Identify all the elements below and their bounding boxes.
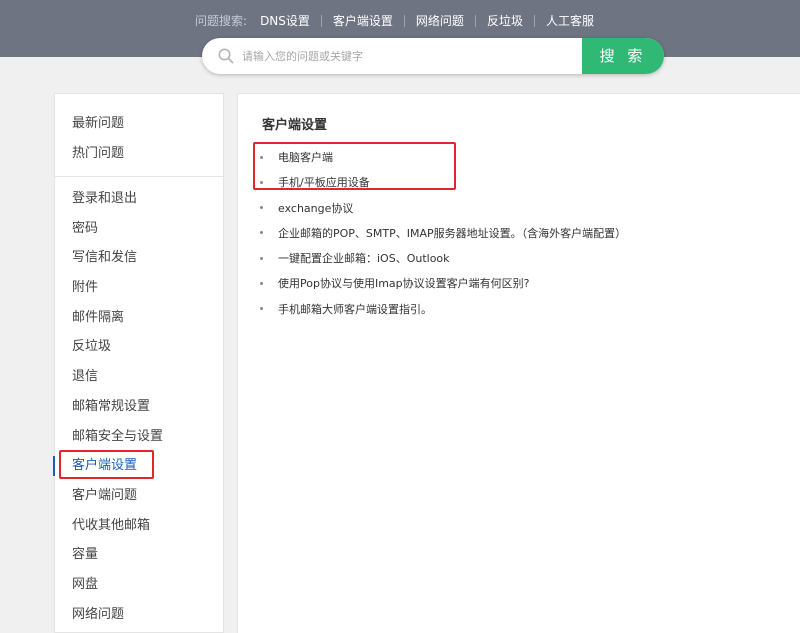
bullet-icon (260, 281, 263, 285)
sidebar-item-network[interactable]: 网络问题 (55, 600, 223, 630)
sidebar-item-password[interactable]: 密码 (55, 214, 223, 244)
sidebar-divider (55, 176, 223, 177)
sidebar-item-antispam[interactable]: 反垃圾 (55, 332, 223, 362)
list-item[interactable]: 手机/平板应用设备 (260, 170, 626, 195)
search-icon (217, 47, 235, 65)
list-item[interactable]: 一键配置企业邮箱：iOS、Outlook (260, 246, 626, 271)
search-button[interactable]: 搜 索 (582, 38, 664, 74)
sidebar-group-categories: 登录和退出 密码 写信和发信 附件 邮件隔离 反垃圾 退信 邮箱常规设置 邮箱安… (53, 184, 223, 630)
quick-search-prefix: 问题搜索: (195, 14, 248, 28)
sidebar-item-bounce[interactable]: 退信 (55, 362, 223, 392)
sidebar-item-compose[interactable]: 写信和发信 (55, 243, 223, 273)
sidebar-item-general-settings[interactable]: 邮箱常规设置 (55, 392, 223, 422)
quick-link-client-settings[interactable]: 客户端设置 (322, 12, 404, 30)
main-content: 客户端设置 电脑客户端 手机/平板应用设备 exchange协议 企业邮箱的PO… (237, 93, 800, 633)
sidebar: 最新问题 热门问题 登录和退出 密码 写信和发信 附件 邮件隔离 反垃圾 退信 … (53, 93, 224, 633)
page-title: 客户端设置 (262, 118, 328, 133)
article-list: 电脑客户端 手机/平板应用设备 exchange协议 企业邮箱的POP、SMTP… (260, 145, 626, 322)
article-link[interactable]: 手机邮箱大师客户端设置指引。 (278, 303, 432, 316)
bullet-icon (260, 155, 263, 159)
search-bar: 搜 索 (202, 38, 664, 74)
bullet-icon (260, 256, 263, 260)
sidebar-item-mail-collection[interactable]: 代收其他邮箱 (55, 511, 223, 541)
list-item[interactable]: exchange协议 (260, 196, 626, 221)
sidebar-item-client-issues[interactable]: 客户端问题 (55, 481, 223, 511)
bullet-icon (260, 307, 263, 311)
sidebar-item-capacity[interactable]: 容量 (55, 540, 223, 570)
article-link[interactable]: 手机/平板应用设备 (278, 176, 370, 189)
sidebar-item-quarantine[interactable]: 邮件隔离 (55, 303, 223, 333)
bullet-icon (260, 180, 263, 184)
quick-link-dns[interactable]: DNS设置 (249, 12, 321, 30)
quick-link-antispam[interactable]: 反垃圾 (476, 12, 534, 30)
quick-link-network[interactable]: 网络问题 (405, 12, 475, 30)
sidebar-item-security[interactable]: 邮箱安全与设置 (55, 422, 223, 452)
sidebar-group-featured: 最新问题 热门问题 (55, 109, 223, 168)
quick-link-human-support[interactable]: 人工客服 (535, 12, 605, 30)
article-link[interactable]: 一键配置企业邮箱：iOS、Outlook (278, 252, 450, 265)
sidebar-item-latest[interactable]: 最新问题 (55, 109, 223, 139)
quick-search-links: 问题搜索: DNS设置 客户端设置 网络问题 反垃圾 人工客服 (0, 12, 800, 30)
search-input[interactable] (242, 38, 572, 74)
bullet-icon (260, 231, 263, 235)
list-item[interactable]: 企业邮箱的POP、SMTP、IMAP服务器地址设置。（含海外客户端配置） (260, 221, 626, 246)
sidebar-item-login[interactable]: 登录和退出 (55, 184, 223, 214)
bullet-icon (260, 206, 263, 210)
list-item[interactable]: 手机邮箱大师客户端设置指引。 (260, 297, 626, 322)
article-link[interactable]: 企业邮箱的POP、SMTP、IMAP服务器地址设置。（含海外客户端配置） (278, 227, 626, 240)
list-item[interactable]: 电脑客户端 (260, 145, 626, 170)
article-link[interactable]: 使用Pop协议与使用Imap协议设置客户端有何区别? (278, 277, 529, 290)
list-item[interactable]: 使用Pop协议与使用Imap协议设置客户端有何区别? (260, 271, 626, 296)
sidebar-item-netdisk[interactable]: 网盘 (55, 570, 223, 600)
sidebar-item-attachments[interactable]: 附件 (55, 273, 223, 303)
sidebar-item-popular[interactable]: 热门问题 (55, 139, 223, 169)
sidebar-item-client-settings[interactable]: 客户端设置 (53, 451, 223, 481)
article-link[interactable]: exchange协议 (278, 202, 353, 215)
article-link[interactable]: 电脑客户端 (278, 151, 333, 164)
